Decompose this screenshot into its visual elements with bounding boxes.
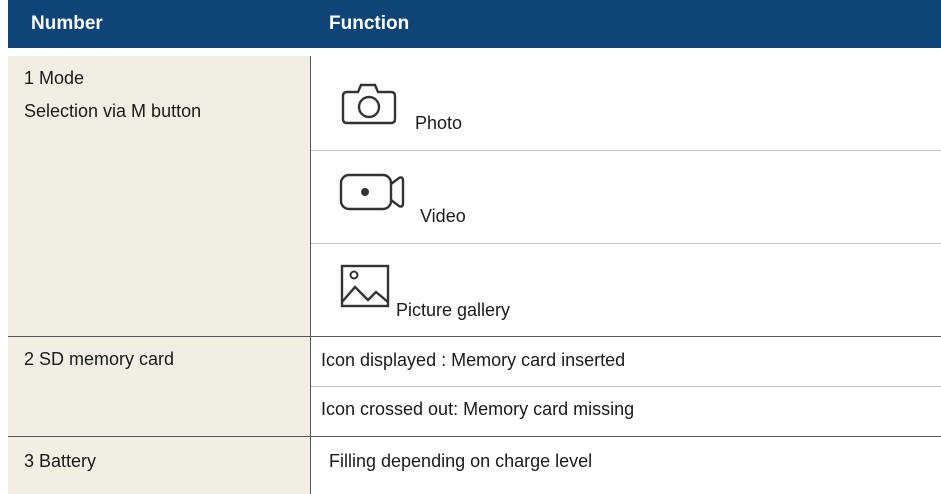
header-function: Function <box>329 13 410 34</box>
mode-option-photo: Photo <box>311 56 941 150</box>
header-number: Number <box>31 13 103 34</box>
sd-title: 2 SD memory card <box>24 349 175 369</box>
video-camera-icon <box>339 173 405 211</box>
row-mode-number: 1 Mode Selection via M button <box>8 56 310 306</box>
mode-subtitle: Selection via M button <box>24 101 202 121</box>
row-sd-number: 2 SD memory card <box>8 337 310 436</box>
sd-missing-cell: Icon crossed out: Memory card missing <box>311 387 941 436</box>
camera-icon <box>341 83 397 125</box>
battery-title: 3 Battery <box>24 451 97 471</box>
sd-missing-text: Icon crossed out: Memory card missing <box>321 399 635 419</box>
function-table: Number Function 1 Mode Selection via M b… <box>8 0 941 494</box>
row-battery-number: 3 Battery <box>8 437 310 494</box>
sd-inserted-text: Icon displayed : Memory card inserted <box>321 350 626 370</box>
sd-inserted-cell: Icon displayed : Memory card inserted <box>311 337 941 386</box>
battery-text: Filling depending on charge level <box>329 451 593 471</box>
picture-gallery-icon <box>340 264 390 308</box>
gallery-label: Picture gallery <box>396 300 511 320</box>
mode-title: 1 Mode <box>24 68 85 88</box>
mode-option-video: Video <box>311 151 941 243</box>
battery-cell: Filling depending on charge level <box>311 437 941 494</box>
mode-option-gallery: Picture gallery <box>311 244 941 320</box>
photo-label: Photo <box>415 113 463 133</box>
video-label: Video <box>420 206 466 226</box>
table-header: Number Function <box>8 0 941 48</box>
column-divider <box>310 56 311 494</box>
